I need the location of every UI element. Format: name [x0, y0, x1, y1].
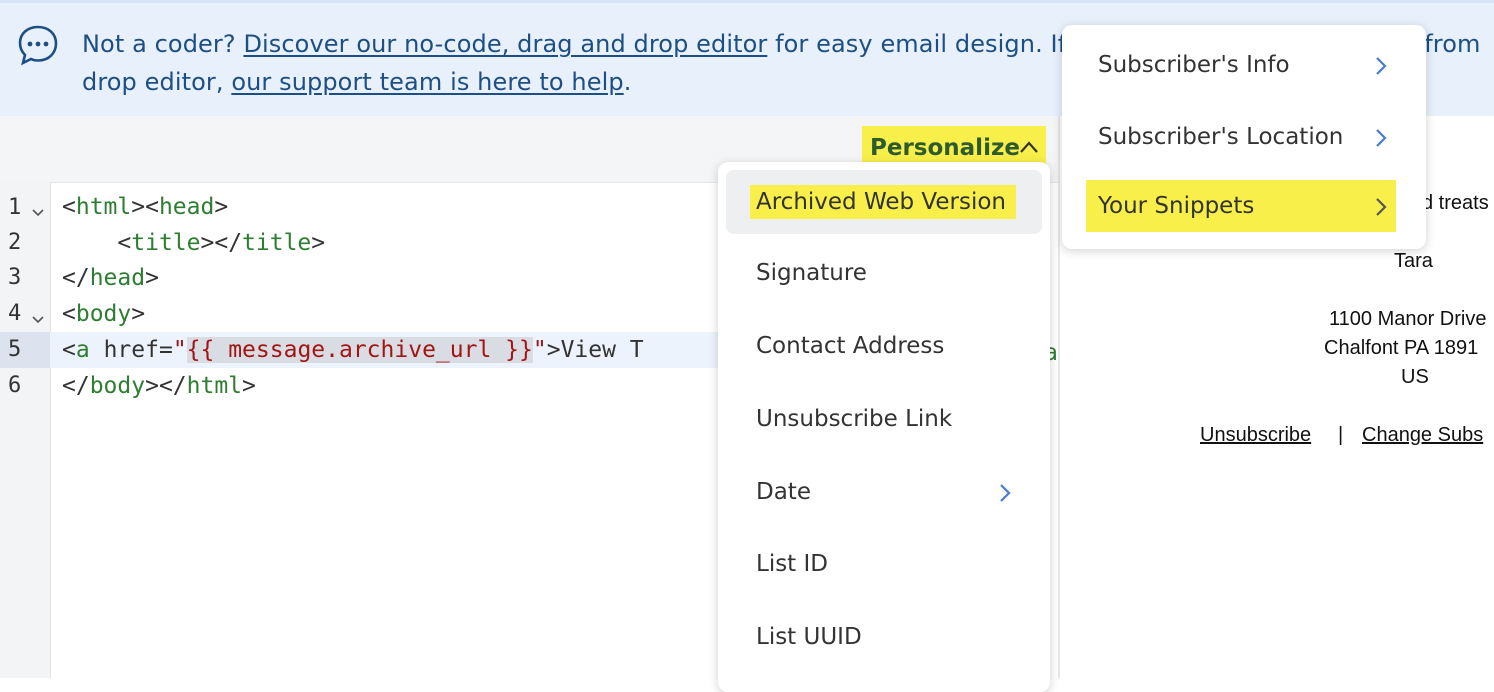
menu-item-unsubscribe-link[interactable]: Unsubscribe Link	[726, 387, 1042, 451]
submenu-item-subscribers-info[interactable]: Subscriber's Info	[1086, 37, 1396, 93]
line-number: 2	[8, 225, 28, 261]
chevron-right-icon	[1374, 127, 1388, 149]
submenu-item-label: Subscriber's Location	[1098, 124, 1343, 150]
code-line-2[interactable]: <title></title>	[62, 225, 722, 261]
preview-sender-name: Tara	[1394, 250, 1433, 273]
drag-drop-editor-link[interactable]: Discover our no-code, drag and drop edit…	[243, 30, 767, 58]
menu-item-archived-web-version[interactable]: Archived Web Version	[726, 170, 1042, 234]
preview-address-line1: 1100 Manor Drive	[1329, 308, 1486, 331]
code-line-3[interactable]: </head>	[62, 260, 722, 296]
fold-chevron-icon[interactable]	[31, 315, 45, 325]
personalize-label: Personalize	[870, 135, 1020, 161]
code-line-1[interactable]: <html><head>	[62, 189, 722, 225]
preview-partial-text: d treats	[1422, 192, 1489, 215]
chevron-right-icon	[1374, 196, 1388, 218]
preview-change-subscription-link[interactable]: Change Subs	[1362, 424, 1483, 447]
submenu-item-your-snippets[interactable]: Your Snippets	[1086, 180, 1396, 232]
preview-link-separator: |	[1338, 424, 1343, 447]
personalize-menu: Archived Web Version Signature Contact A…	[718, 162, 1050, 692]
menu-item-label: Unsubscribe Link	[756, 406, 952, 432]
code-line-5[interactable]: <a href="{{ message.archive_url }}">View…	[62, 332, 722, 368]
menu-item-date[interactable]: Date	[726, 460, 1042, 524]
personalize-submenu: Subscriber's Info Subscriber's Location …	[1062, 25, 1426, 249]
menu-item-contact-address[interactable]: Contact Address	[726, 314, 1042, 378]
preview-address-line2: Chalfont PA 1891	[1324, 337, 1478, 360]
menu-item-label: Archived Web Version	[750, 185, 1016, 219]
fold-chevron-icon[interactable]	[31, 208, 45, 218]
support-team-link[interactable]: our support team is here to help	[231, 68, 623, 96]
chat-bubble-icon	[16, 23, 60, 67]
code-line-6[interactable]: </body></html>	[62, 368, 722, 404]
chevron-up-icon	[1018, 138, 1040, 156]
chevron-right-icon	[1374, 55, 1388, 77]
line-number: 4	[8, 296, 28, 332]
menu-item-label: List ID	[756, 551, 828, 577]
preview-unsubscribe-link[interactable]: Unsubscribe	[1200, 424, 1311, 447]
menu-item-signature[interactable]: Signature	[726, 241, 1042, 305]
menu-item-list-uuid[interactable]: List UUID	[726, 605, 1042, 669]
menu-item-label: Signature	[756, 260, 867, 286]
menu-item-label: List UUID	[756, 624, 862, 650]
submenu-item-label: Subscriber's Info	[1098, 52, 1290, 78]
banner-text-intro: Not a coder?	[82, 30, 243, 58]
banner-text-line2: drop editor,	[82, 68, 231, 96]
line-number: 3	[8, 260, 28, 296]
line-number: 5	[8, 332, 28, 368]
banner-text-end: .	[624, 68, 632, 96]
menu-item-label: Date	[756, 479, 811, 505]
menu-item-list-id[interactable]: List ID	[726, 532, 1042, 596]
menu-item-label: Contact Address	[756, 333, 944, 359]
submenu-item-subscribers-location[interactable]: Subscriber's Location	[1086, 109, 1396, 165]
submenu-item-label: Your Snippets	[1098, 193, 1254, 219]
code-line-4[interactable]: <body>	[62, 296, 722, 332]
line-number: 1	[8, 190, 28, 226]
chevron-right-icon	[998, 482, 1012, 504]
preview-country: US	[1401, 366, 1429, 389]
line-number: 6	[8, 368, 28, 404]
